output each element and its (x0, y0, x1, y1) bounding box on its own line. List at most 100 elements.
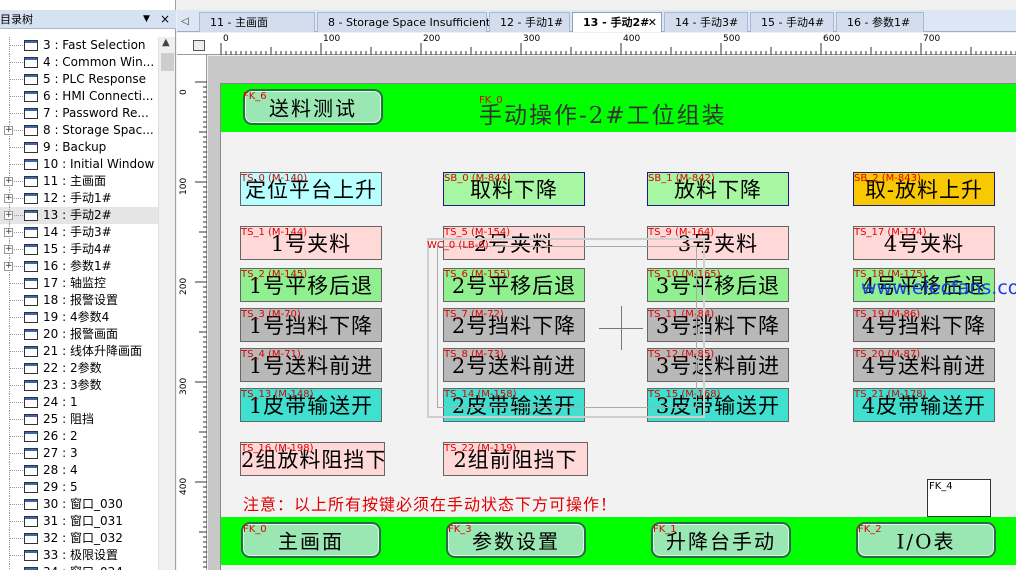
tree-item[interactable]: 21 : 线体升降画面 (0, 343, 158, 360)
tab[interactable]: 13 - 手动2# ✕ (572, 12, 662, 32)
ruler-vertical: 0 100 200 300 400 (177, 55, 207, 570)
cross-icon-v (621, 306, 622, 350)
window-control-inner (437, 246, 697, 408)
tree-item[interactable]: 17 : 轴监控 (0, 275, 158, 292)
expand-icon[interactable]: + (4, 245, 13, 254)
tree-item[interactable]: +15 : 手动4# (0, 241, 158, 258)
expand-icon[interactable]: + (4, 194, 13, 203)
expand-icon[interactable]: + (4, 126, 13, 135)
tree-item[interactable]: 24 : 1 (0, 394, 158, 411)
button-tag: TS_4 (M-71) (241, 349, 301, 360)
tree-guide (9, 470, 23, 471)
button-tag: TS_1 (M-144) (241, 227, 308, 238)
tab-label: 13 - 手动2# (583, 16, 650, 29)
tree-guide (9, 113, 23, 114)
button-tag: FK_6 (243, 91, 267, 102)
tree-item-label: 27 : 3 (43, 446, 78, 460)
grid-toggle-icon[interactable] (193, 40, 205, 51)
tree-guide (9, 62, 23, 63)
tree-item[interactable]: 32 : 窗口_032 (0, 530, 158, 547)
tree-item[interactable]: 20 : 报警画面 (0, 326, 158, 343)
close-tab-icon[interactable]: ✕ (648, 13, 657, 32)
tree-item[interactable]: +11 : 主画面 (0, 173, 158, 190)
tab[interactable]: 11 - 主画面 (199, 12, 315, 32)
tree-item-label: 11 : 主画面 (43, 174, 106, 188)
tree-title: 目录树 (0, 13, 33, 26)
tree-item[interactable]: 33 : 极限设置 (0, 547, 158, 564)
tab-label: 12 - 手动1# (500, 16, 564, 29)
tree-item-label: 32 : 窗口_032 (43, 531, 123, 545)
tree-item[interactable]: 27 : 3 (0, 445, 158, 462)
tree-guide (9, 283, 23, 284)
tab[interactable]: 8 - Storage Space Insufficient (317, 12, 490, 32)
window-icon (24, 448, 38, 459)
tree-item[interactable]: +12 : 手动1# (0, 190, 158, 207)
tree-item[interactable]: 3 : Fast Selection (0, 37, 158, 54)
tree-item[interactable]: 4 : Common Win... (0, 54, 158, 71)
tab-scroll-left-icon[interactable]: ◁ (181, 12, 195, 32)
window-icon (24, 125, 38, 136)
ruler-label-v: 100 (179, 177, 189, 195)
tree-item[interactable]: 5 : PLC Response (0, 71, 158, 88)
tree-guide (9, 419, 23, 420)
window-icon (24, 516, 38, 527)
button-tag: TS_17 (M-174) (854, 227, 927, 238)
tree-scrollbar[interactable]: ▲ (158, 37, 175, 570)
page-title: 手动操作-2#工位组装 (479, 103, 727, 129)
scroll-thumb[interactable] (161, 53, 174, 71)
tree-item[interactable]: 22 : 2参数 (0, 360, 158, 377)
tree-item[interactable]: 29 : 5 (0, 479, 158, 496)
tree-item-label: 13 : 手动2# (43, 208, 112, 222)
dropdown-arrow-icon[interactable]: ▼ (143, 10, 150, 29)
expand-icon[interactable]: + (4, 228, 13, 237)
window-control-placeholder[interactable] (427, 238, 705, 418)
hmi-editor-window: 目录树 ▼ × 3 : Fast Selection 4 : Common Win… (0, 0, 1016, 570)
expand-icon[interactable]: + (4, 211, 13, 220)
tree-item[interactable]: 19 : 4参数4 (0, 309, 158, 326)
tab[interactable]: 14 - 手动3# (664, 12, 748, 32)
tree-item-label: 17 : 轴监控 (43, 276, 106, 290)
tab[interactable]: 16 - 参数1# (836, 12, 924, 32)
tree-item[interactable]: 26 : 2 (0, 428, 158, 445)
ruler-label: 500 (723, 34, 741, 44)
expand-icon[interactable]: + (4, 177, 13, 186)
tree-item[interactable]: 6 : HMI Connecti... (0, 88, 158, 105)
window-icon (24, 193, 38, 204)
tree-item[interactable]: 25 : 阻挡 (0, 411, 158, 428)
tree-item[interactable]: +16 : 参数1# (0, 258, 158, 275)
tree-header: 目录树 ▼ × (0, 10, 176, 29)
tree-item[interactable]: +8 : Storage Spac... (0, 122, 158, 139)
scroll-up-icon[interactable]: ▲ (162, 37, 170, 48)
window-icon (24, 363, 38, 374)
tree-item[interactable]: 9 : Backup (0, 139, 158, 156)
warning-note: 注意：以上所有按键必须在手动状态下方可操作！ (243, 495, 618, 514)
function-key-fk4[interactable]: FK_4 (927, 479, 991, 517)
tree-item[interactable]: 10 : Initial Window (0, 156, 158, 173)
close-icon[interactable]: × (160, 10, 170, 29)
tree-item[interactable]: +13 : 手动2# (0, 207, 158, 224)
tree-item[interactable]: 18 : 报警设置 (0, 292, 158, 309)
tab[interactable]: 15 - 手动4# (750, 12, 834, 32)
tree-item[interactable]: 31 : 窗口_031 (0, 513, 158, 530)
tree-item[interactable]: 7 : Password Re... (0, 105, 158, 122)
window-icon (24, 244, 38, 255)
tree-item[interactable]: 30 : 窗口_030 (0, 496, 158, 513)
button-tag: SB_1 (M-842) (648, 173, 715, 184)
tab[interactable]: 12 - 手动1# (489, 12, 570, 32)
tree-item[interactable]: 34 : 窗口_034 (0, 564, 158, 570)
window-icon (24, 159, 38, 170)
tree-guide (9, 147, 23, 148)
tree-item[interactable]: +14 : 手动3# (0, 224, 158, 241)
tree-guide (9, 317, 23, 318)
tree-item-label: 21 : 线体升降画面 (43, 344, 142, 358)
tree-item-label: 8 : Storage Spac... (43, 123, 154, 137)
window-icon (24, 91, 38, 102)
tree-item[interactable]: 28 : 4 (0, 462, 158, 479)
window-icon (24, 295, 38, 306)
tree-guide (9, 538, 23, 539)
tab-label: 16 - 参数1# (847, 16, 911, 29)
expand-icon[interactable]: + (4, 262, 13, 271)
tree-item[interactable]: 23 : 3参数 (0, 377, 158, 394)
window-icon (24, 74, 38, 85)
tree-item-label: 15 : 手动4# (43, 242, 112, 256)
